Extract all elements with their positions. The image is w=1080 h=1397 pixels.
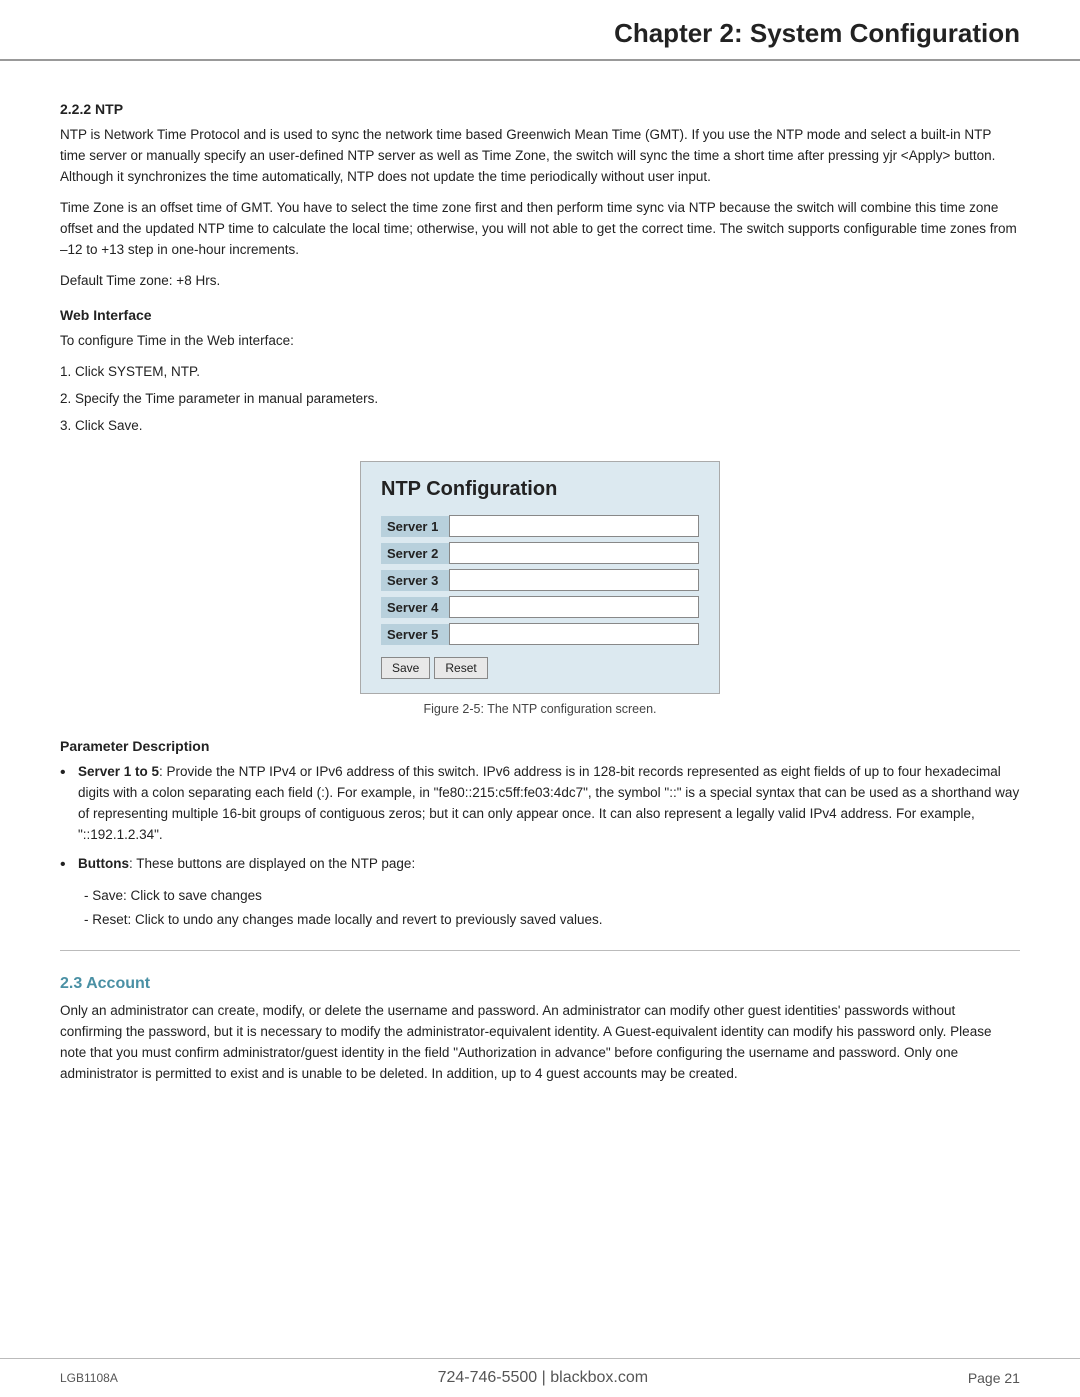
content-area: 2.2.2 NTP NTP is Network Time Protocol a… xyxy=(0,61,1080,1155)
step-2: 2. Specify the Time parameter in manual … xyxy=(60,389,1020,410)
account-section-heading: 2.3 Account xyxy=(60,975,1020,993)
server4-label: Server 4 xyxy=(381,597,449,618)
footer-center: 724-746-5500 | blackbox.com xyxy=(438,1369,649,1387)
bullet-text-buttons-rest: : These buttons are displayed on the NTP… xyxy=(129,856,415,871)
server-row-5: Server 5 xyxy=(381,623,699,645)
ntp-para2: Time Zone is an offset time of GMT. You … xyxy=(60,198,1020,261)
bullet-bold-buttons: Buttons xyxy=(78,856,129,871)
bullet-dot-1: • xyxy=(60,761,78,786)
server4-input[interactable] xyxy=(449,596,699,618)
ntp-default-time-zone: Default Time zone: +8 Hrs. xyxy=(60,271,1020,292)
ntp-buttons: Save Reset xyxy=(381,657,699,679)
bullet-item-servers: • Server 1 to 5: Provide the NTP IPv4 or… xyxy=(60,762,1020,846)
server-row-4: Server 4 xyxy=(381,596,699,618)
bullet-bold-servers: Server 1 to 5 xyxy=(78,764,159,779)
bullet-section: • Server 1 to 5: Provide the NTP IPv4 or… xyxy=(60,762,1020,930)
server1-label: Server 1 xyxy=(381,516,449,537)
footer-left: LGB1108A xyxy=(60,1371,118,1385)
chapter-header: Chapter 2: System Configuration xyxy=(0,0,1080,61)
ntp-para1: NTP is Network Time Protocol and is used… xyxy=(60,125,1020,188)
step-3: 3. Click Save. xyxy=(60,416,1020,437)
server3-label: Server 3 xyxy=(381,570,449,591)
server-row-3: Server 3 xyxy=(381,569,699,591)
section-separator xyxy=(60,950,1020,951)
bullet-text-buttons: Buttons: These buttons are displayed on … xyxy=(78,854,415,875)
server-row-1: Server 1 xyxy=(381,515,699,537)
bullet-text-servers-rest: : Provide the NTP IPv4 or IPv6 address o… xyxy=(78,764,1019,842)
server2-label: Server 2 xyxy=(381,543,449,564)
bullet-dot-2: • xyxy=(60,853,78,878)
ntp-config-wrapper: NTP Configuration Server 1 Server 2 Serv… xyxy=(60,461,1020,722)
footer-right: Page 21 xyxy=(968,1370,1020,1386)
account-para: Only an administrator can create, modify… xyxy=(60,1001,1020,1085)
server3-input[interactable] xyxy=(449,569,699,591)
server5-label: Server 5 xyxy=(381,624,449,645)
sub-bullet-reset: - Reset: Click to undo any changes made … xyxy=(84,910,1020,931)
save-button[interactable]: Save xyxy=(381,657,430,679)
server5-input[interactable] xyxy=(449,623,699,645)
ntp-section-heading: 2.2.2 NTP xyxy=(60,101,1020,117)
chapter-title: Chapter 2: System Configuration xyxy=(614,18,1020,48)
server-row-2: Server 2 xyxy=(381,542,699,564)
bullet-text-servers: Server 1 to 5: Provide the NTP IPv4 or I… xyxy=(78,762,1020,846)
sub-bullet-save: - Save: Click to save changes xyxy=(84,886,1020,907)
bullet-item-buttons: • Buttons: These buttons are displayed o… xyxy=(60,854,1020,878)
web-interface-intro: To configure Time in the Web interface: xyxy=(60,331,1020,352)
page-footer: LGB1108A 724-746-5500 | blackbox.com Pag… xyxy=(0,1358,1080,1397)
ntp-config-title: NTP Configuration xyxy=(381,478,699,501)
server2-input[interactable] xyxy=(449,542,699,564)
server1-input[interactable] xyxy=(449,515,699,537)
figure-caption: Figure 2-5: The NTP configuration screen… xyxy=(424,702,657,716)
param-desc-heading: Parameter Description xyxy=(60,738,1020,754)
step-1: 1. Click SYSTEM, NTP. xyxy=(60,362,1020,383)
web-interface-heading: Web Interface xyxy=(60,307,1020,323)
page-container: Chapter 2: System Configuration 2.2.2 NT… xyxy=(0,0,1080,1397)
ntp-config-box: NTP Configuration Server 1 Server 2 Serv… xyxy=(360,461,720,694)
reset-button[interactable]: Reset xyxy=(434,657,487,679)
